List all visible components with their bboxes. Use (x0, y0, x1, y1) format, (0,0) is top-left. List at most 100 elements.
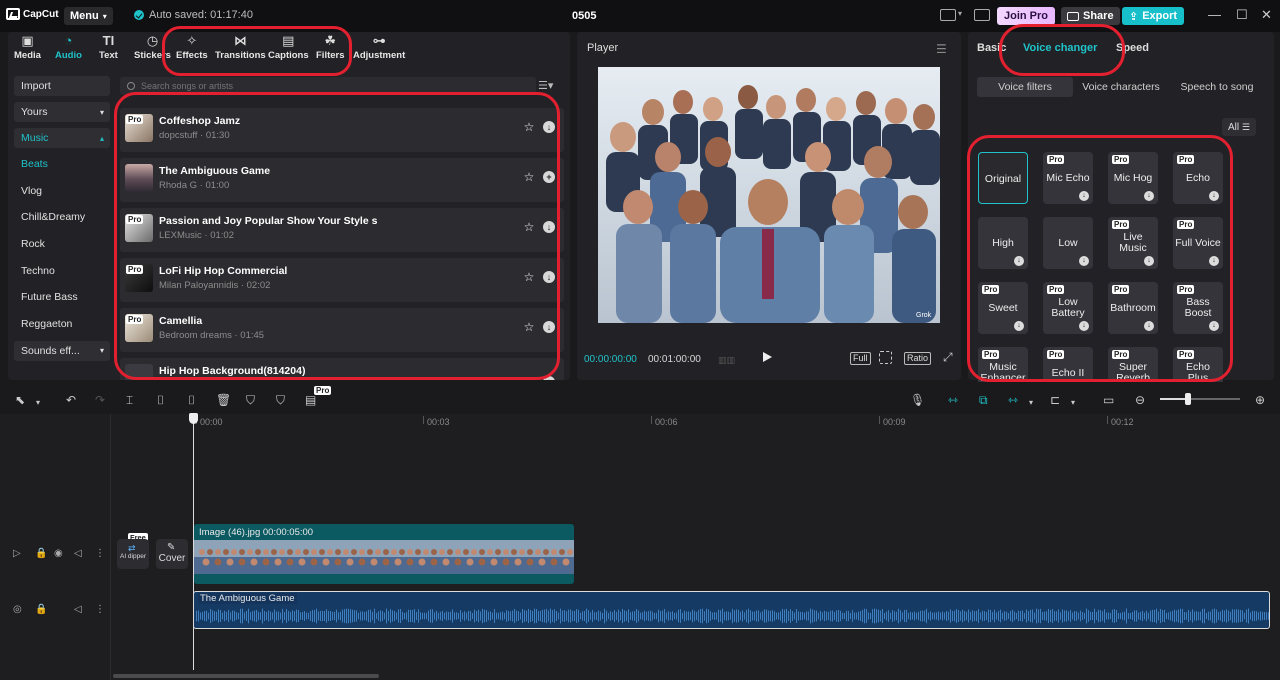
preview-axis-icon[interactable]: ⊏ (1050, 393, 1060, 407)
tab-effects[interactable]: ✧ Effects (176, 34, 208, 62)
ai-dipper-button[interactable]: ⇄ AI dipper (117, 539, 149, 569)
trim-right-icon[interactable]: ⌷ (188, 393, 195, 407)
download-icon[interactable]: ↓ (1079, 256, 1089, 266)
more-options-icon[interactable]: ⋮ (95, 604, 105, 615)
category-yours[interactable]: Yours ▾ (14, 102, 110, 122)
play-icon[interactable] (763, 352, 772, 362)
download-icon[interactable]: ↓ (1014, 321, 1024, 331)
download-icon[interactable]: ↓ (1209, 321, 1219, 331)
download-icon[interactable]: ↓ (1014, 256, 1024, 266)
song-item[interactable]: Pro Passion and Joy Popular Show Your St… (120, 208, 564, 252)
favorite-star-icon[interactable]: ☆ (522, 120, 536, 134)
link-clips-icon[interactable]: ⇿ (948, 393, 958, 407)
download-icon[interactable]: ↓ (1209, 191, 1219, 201)
download-icon[interactable]: ↓ (543, 121, 555, 133)
favorite-star-icon[interactable]: ☆ (522, 270, 536, 284)
maximize-icon[interactable]: ☐ (1236, 8, 1248, 22)
subtab-voice-characters[interactable]: Voice characters (1073, 77, 1169, 97)
voice-filter-tile[interactable]: Pro Low Battery ↓ (1043, 282, 1093, 334)
close-icon[interactable]: ✕ (1261, 8, 1272, 22)
undo-icon[interactable]: ↶ (66, 393, 76, 407)
shortcuts-icon[interactable] (974, 9, 990, 21)
sort-filter-icon[interactable]: ☰▾ (538, 79, 553, 92)
join-pro-button[interactable]: Join Pro (997, 7, 1056, 25)
split-icon[interactable]: ⌶ (126, 393, 133, 407)
voice-filter-tile[interactable]: Pro Full Voice ↓ (1173, 217, 1223, 269)
voice-filter-tile[interactable]: Pro Music Enhancer (978, 347, 1028, 382)
voice-filter-tile[interactable]: Original (978, 152, 1028, 204)
mute-speaker-icon[interactable]: ◁ (74, 604, 82, 615)
voice-filter-tile[interactable]: Pro Echo ↓ (1173, 152, 1223, 204)
download-icon[interactable]: ↓ (1079, 321, 1089, 331)
favorite-star-icon[interactable]: ☆ (522, 220, 536, 234)
download-icon[interactable]: ↓ (1144, 256, 1154, 266)
zoom-slider-handle[interactable] (1185, 393, 1191, 405)
tab-speed[interactable]: Speed (1116, 42, 1149, 54)
tab-audio[interactable]: ◔ Audio (55, 34, 82, 62)
song-item[interactable]: The Ambiguous Game Rhoda G · 01:00 ☆ + (120, 158, 564, 202)
category-reggaeton[interactable]: Reggaeton (14, 314, 110, 334)
delete-icon[interactable]: 🗑 (216, 393, 231, 407)
export-button[interactable]: ⇪ Export (1122, 7, 1185, 25)
song-item[interactable]: Pro LoFi Hip Hop Commercial Milan Paloya… (120, 258, 564, 302)
category-future-bass[interactable]: Future Bass (14, 287, 110, 307)
magnet-icon[interactable]: ⧉ (979, 393, 988, 407)
timeline-scrollbar[interactable] (113, 674, 379, 678)
download-icon[interactable]: ↓ (543, 321, 555, 333)
shield-icon[interactable]: ⛉ (246, 393, 255, 407)
tab-filters[interactable]: ☘ Filters (316, 34, 345, 62)
category-import[interactable]: Import (14, 76, 110, 96)
zoom-in-icon[interactable]: ⊕ (1255, 393, 1265, 407)
voice-filter-tile[interactable]: Low ↓ (1043, 217, 1093, 269)
tab-captions[interactable]: ▤ Captions (268, 34, 309, 62)
subtab-voice-filters[interactable]: Voice filters (977, 77, 1073, 97)
select-cursor-icon[interactable]: ⬉ (15, 393, 25, 407)
subtab-speech-to-song[interactable]: Speech to song (1169, 77, 1265, 97)
fit-icon[interactable] (879, 351, 892, 364)
voice-filter-tile[interactable]: High ↓ (978, 217, 1028, 269)
search-input[interactable] (141, 81, 521, 91)
favorite-star-icon[interactable]: ☆ (522, 320, 536, 334)
screen-monitor-icon[interactable]: ▭ (1103, 393, 1114, 407)
video-clip[interactable]: Image (46).jpg 00:00:05:00 (194, 524, 574, 584)
add-icon[interactable]: + (543, 376, 555, 380)
tab-stickers[interactable]: ◷ Stickers (134, 34, 171, 62)
tab-basic[interactable]: Basic (977, 42, 1006, 54)
mask-shield-icon[interactable]: ⛉ (276, 393, 285, 407)
download-icon[interactable]: ↓ (1144, 321, 1154, 331)
tab-text[interactable]: TI Text (99, 34, 118, 62)
hamburger-menu-icon[interactable]: ☰ (936, 42, 947, 56)
tab-media[interactable]: ▣ Media (14, 34, 41, 62)
category-vlog[interactable]: Vlog (14, 181, 110, 201)
chevron-down-icon[interactable]: ▾ (1071, 396, 1075, 410)
trim-left-icon[interactable]: ⌷ (157, 393, 164, 407)
zoom-out-icon[interactable]: ⊖ (1135, 393, 1145, 407)
chevron-down-icon[interactable]: ▾ (36, 396, 40, 410)
song-item[interactable]: Pro Coffeshop Jamz dopcstuff · 01:30 ☆ ↓ (120, 108, 564, 152)
voice-filter-tile[interactable]: Pro Live Music ↓ (1108, 217, 1158, 269)
tab-voice-changer[interactable]: Voice changer (1023, 42, 1097, 54)
add-icon[interactable]: + (543, 171, 555, 183)
ratio-button[interactable]: Ratio (904, 352, 932, 365)
timeline[interactable]: 00:00 00:03 00:06 00:09 00:12 (0, 414, 1280, 680)
lock-icon[interactable]: 🔒 (35, 604, 47, 615)
category-chill-dreamy[interactable]: Chill&Dreamy (14, 207, 110, 227)
category-music[interactable]: Music ▴ (14, 128, 110, 148)
category-sound-effects[interactable]: Sounds eff... ▾ (14, 340, 110, 361)
voice-filter-tile[interactable]: Pro Echo II (1043, 347, 1093, 382)
category-rock[interactable]: Rock (14, 234, 110, 254)
download-icon[interactable]: ↓ (1209, 256, 1219, 266)
voice-filter-tile[interactable]: Pro Super Reverb (1108, 347, 1158, 382)
snap-icon[interactable]: ⇿ (1008, 393, 1018, 407)
chevron-down-icon[interactable]: ▾ (1029, 396, 1033, 410)
download-icon[interactable]: ↓ (543, 221, 555, 233)
cover-button[interactable]: ✎ Cover (156, 539, 188, 569)
voice-filter-tile[interactable]: Pro Mic Hog ↓ (1108, 152, 1158, 204)
auto-caption-icon[interactable]: ▤ (305, 393, 316, 407)
song-item[interactable]: Pro Camellia Bedroom dreams · 01:45 ☆ ↓ (120, 308, 564, 352)
fullscreen-icon[interactable]: ⤢ (943, 350, 953, 365)
voice-filter-tile[interactable]: Pro Bathroom ↓ (1108, 282, 1158, 334)
layout-icon[interactable] (940, 9, 956, 21)
voice-filter-tile[interactable]: Pro Echo Plus (1173, 347, 1223, 382)
layout-chevron-icon[interactable]: ▾ (958, 9, 962, 18)
